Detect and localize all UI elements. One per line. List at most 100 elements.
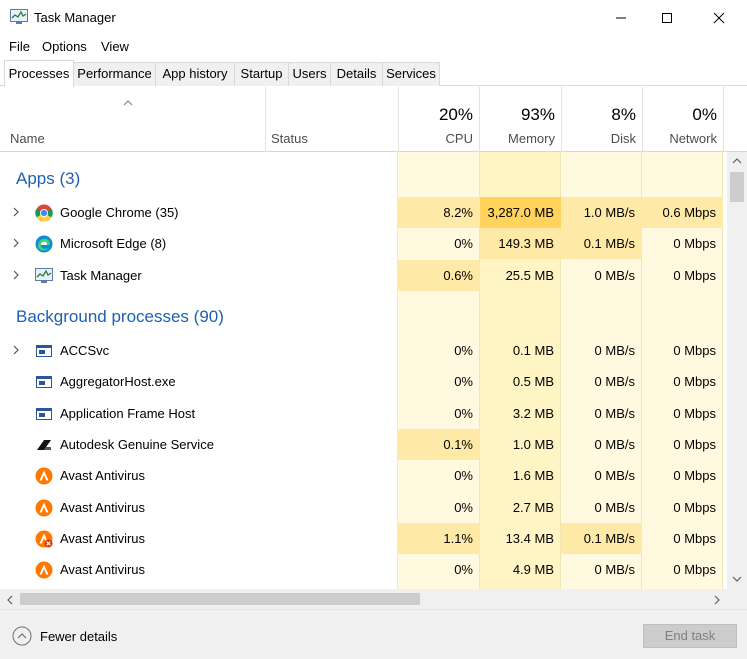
process-row[interactable]: Task Manager 0.6% 25.5 MB 0 MB/s 0 Mbps	[0, 259, 727, 291]
process-row[interactable]: Avast Antivirus 0% 4.9 MB 0 MB/s 0 Mbps	[0, 554, 727, 585]
cpu-value: 0%	[454, 343, 473, 358]
network-value: 0 Mbps	[673, 267, 716, 283]
column-cpu[interactable]: CPU	[398, 131, 473, 146]
menu-bar: File Options View	[0, 36, 747, 58]
horizontal-scrollbar[interactable]	[0, 589, 727, 609]
tab-bar: Processes Performance App history Startu…	[0, 60, 747, 87]
disk-value: 0 MB/s	[594, 468, 635, 484]
menu-view[interactable]: View	[101, 39, 129, 54]
memory-total: 93%	[520, 105, 555, 124]
column-disk[interactable]: Disk	[561, 131, 636, 146]
fewer-details-label: Fewer details	[40, 628, 118, 644]
minimize-icon	[616, 17, 626, 19]
disk-value: 0 MB/s	[594, 405, 635, 421]
column-header: Name Status 20% CPU 93% Memory 8% Disk 0…	[0, 87, 747, 152]
task-manager-icon	[35, 267, 53, 285]
disk-value: 1.0 MB/s	[583, 205, 635, 220]
disk-total: 8%	[611, 105, 636, 124]
column-network[interactable]: Network	[642, 131, 717, 146]
sort-ascending-icon	[123, 100, 133, 106]
process-row[interactable]: Google Chrome (35) 8.2% 3,287.0 MB 1.0 MB/s…	[0, 197, 727, 228]
process-row[interactable]: Autodesk Genuine Service 0.1% 1.0 MB 0 MB/s…	[0, 428, 727, 460]
avast-alert-icon	[35, 530, 53, 548]
cpu-value: 0%	[454, 468, 473, 484]
chrome-icon	[35, 204, 53, 222]
process-row[interactable]: Microsoft Edge (8) 0% 149.3 MB 0.1 MB/s 0 Mb…	[0, 228, 727, 260]
section-header-apps[interactable]: Apps (3)	[0, 163, 727, 194]
vertical-scroll-thumb[interactable]	[730, 172, 744, 202]
cpu-value: 0.6%	[443, 267, 473, 283]
vertical-scrollbar[interactable]	[727, 152, 747, 589]
column-divider	[723, 87, 724, 152]
process-name: Avast Antivirus	[60, 530, 146, 546]
scroll-up-icon[interactable]	[732, 157, 742, 165]
cpu-value: 0%	[454, 236, 473, 252]
memory-value: 3,287.0 MB	[487, 205, 555, 220]
expand-chevron-icon[interactable]	[12, 238, 20, 248]
tab-app-history[interactable]: App history	[155, 62, 235, 86]
scroll-right-icon[interactable]	[713, 595, 721, 605]
process-name: AggregatorHost.exe	[60, 374, 176, 390]
process-name: Avast Antivirus	[60, 562, 146, 578]
section-header-background[interactable]: Background processes (90)	[0, 301, 727, 332]
tab-processes[interactable]: Processes	[4, 60, 74, 87]
service-window-icon	[35, 405, 53, 423]
tab-performance[interactable]: Performance	[73, 62, 156, 86]
memory-value: 4.9 MB	[512, 562, 554, 578]
process-row[interactable]: Avast Antivirus 0% 1.6 MB 0 MB/s 0 Mbps	[0, 460, 727, 491]
minimize-button[interactable]	[598, 0, 644, 36]
expand-chevron-icon[interactable]	[12, 270, 20, 280]
process-row[interactable]: ACCSvc 0% 0.1 MB 0 MB/s 0 Mbps	[0, 335, 727, 366]
edge-icon	[35, 235, 53, 253]
maximize-button[interactable]	[644, 0, 690, 36]
avast-icon	[35, 561, 53, 579]
column-divider	[265, 87, 266, 152]
process-name: Autodesk Genuine Service	[60, 436, 214, 452]
scroll-down-icon[interactable]	[732, 575, 742, 583]
column-name[interactable]: Name	[10, 131, 45, 146]
process-row[interactable]: Avast Antivirus 0% 2.7 MB 0 MB/s 0 Mbps	[0, 492, 727, 523]
end-task-button[interactable]: End task	[643, 624, 737, 648]
section-label: Apps (3)	[16, 169, 81, 188]
tab-services[interactable]: Services	[382, 62, 440, 86]
avast-icon	[35, 499, 53, 517]
expand-chevron-icon[interactable]	[12, 345, 20, 355]
chevron-up-circle-icon	[12, 626, 32, 646]
menu-options[interactable]: Options	[42, 39, 87, 54]
service-window-icon	[35, 373, 53, 391]
cpu-value: 0%	[454, 405, 473, 421]
maximize-icon	[662, 13, 672, 23]
fewer-details-button[interactable]: Fewer details	[12, 626, 117, 646]
task-manager-icon	[10, 9, 28, 24]
tab-users[interactable]: Users	[288, 62, 331, 86]
tab-startup[interactable]: Startup	[234, 62, 289, 86]
network-value: 0 Mbps	[673, 562, 716, 578]
cpu-total: 20%	[438, 105, 473, 124]
disk-value: 0 MB/s	[594, 499, 635, 515]
memory-value: 2.7 MB	[512, 499, 554, 515]
disk-value: 0 MB/s	[594, 374, 635, 390]
menu-file[interactable]: File	[9, 39, 30, 54]
process-name: Microsoft Edge (8)	[60, 236, 167, 252]
process-name: Avast Antivirus	[60, 468, 146, 484]
column-status[interactable]: Status	[271, 131, 308, 146]
service-window-icon	[35, 342, 53, 360]
disk-value: 0 MB/s	[594, 562, 635, 578]
horizontal-scroll-thumb[interactable]	[20, 593, 420, 605]
tab-details[interactable]: Details	[330, 62, 383, 86]
avast-icon	[35, 467, 53, 485]
process-row[interactable]: AggregatorHost.exe 0% 0.5 MB 0 MB/s 0 Mbps	[0, 366, 727, 397]
process-list: Apps (3) Google Chrome (35) 8.2% 3,287.0 M…	[0, 152, 727, 589]
disk-value: 0 MB/s	[594, 436, 635, 452]
process-row[interactable]: Avast Antivirus 1.1% 13.4 MB 0.1 MB/s 0 Mbps	[0, 522, 727, 554]
expand-chevron-icon[interactable]	[12, 207, 20, 217]
scroll-left-icon[interactable]	[6, 595, 14, 605]
close-button[interactable]	[696, 0, 742, 36]
process-name: ACCSvc	[60, 343, 110, 358]
disk-value: 0 MB/s	[594, 343, 635, 358]
column-memory[interactable]: Memory	[479, 131, 555, 146]
process-name: Avast Antivirus	[60, 499, 146, 515]
close-icon	[713, 12, 725, 24]
memory-value: 0.1 MB	[512, 343, 554, 358]
process-row[interactable]: Application Frame Host 0% 3.2 MB 0 MB/s 0 Mb…	[0, 398, 727, 429]
